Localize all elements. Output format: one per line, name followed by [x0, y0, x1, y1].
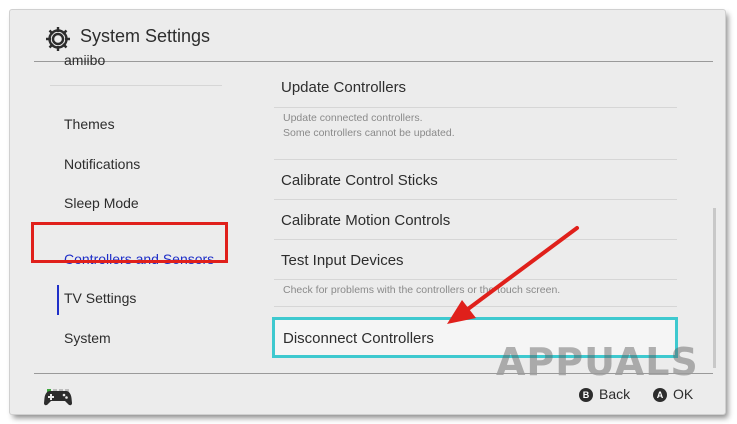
- switch-settings-window: System Settings amiibo Themes Notificati…: [10, 10, 725, 414]
- back-button[interactable]: B Back: [579, 386, 630, 402]
- sidebar: amiibo Themes Notifications Sleep Mode C…: [10, 52, 238, 372]
- test-input-devices-description: Check for problems with the controllers …: [283, 284, 561, 296]
- disconnect-controllers-label: Disconnect Controllers: [283, 330, 434, 347]
- sidebar-item-sleep-mode[interactable]: Sleep Mode: [64, 195, 139, 211]
- divider: [50, 85, 222, 86]
- controller-icon: [44, 391, 72, 406]
- update-controllers-description-line2: Some controllers cannot be updated.: [283, 127, 455, 139]
- annotation-highlight-box: [31, 222, 228, 263]
- divider: [274, 279, 677, 280]
- ok-label: OK: [673, 386, 694, 402]
- update-controllers-description-line1: Update connected controllers.: [283, 112, 423, 124]
- sidebar-item-themes[interactable]: Themes: [64, 116, 115, 132]
- divider: [274, 199, 677, 200]
- sidebar-item-tv-settings[interactable]: TV Settings: [64, 290, 136, 306]
- scrollbar[interactable]: [713, 208, 716, 368]
- sidebar-item-notifications[interactable]: Notifications: [64, 156, 140, 172]
- sidebar-item-amiibo[interactable]: amiibo: [64, 52, 105, 66]
- test-input-devices-item[interactable]: Test Input Devices: [281, 252, 404, 269]
- selection-indicator: [57, 285, 59, 315]
- gear-icon: [46, 27, 70, 51]
- divider: [274, 306, 677, 307]
- page-title: System Settings: [80, 26, 211, 46]
- footer: B Back A OK: [10, 374, 725, 414]
- calibrate-motion-controls-item[interactable]: Calibrate Motion Controls: [281, 212, 450, 229]
- header: System Settings: [10, 10, 725, 60]
- divider: [274, 239, 677, 240]
- divider: [274, 107, 677, 108]
- update-controllers-item[interactable]: Update Controllers: [281, 79, 406, 96]
- b-button-icon: B: [579, 388, 593, 402]
- calibrate-control-sticks-item[interactable]: Calibrate Control Sticks: [281, 172, 438, 189]
- sidebar-item-system[interactable]: System: [64, 330, 111, 346]
- back-label: Back: [599, 386, 631, 402]
- divider: [274, 159, 677, 160]
- ok-button[interactable]: A OK: [653, 386, 693, 402]
- a-button-icon: A: [653, 388, 667, 402]
- settings-list: Update Controllers Update connected cont…: [238, 62, 725, 372]
